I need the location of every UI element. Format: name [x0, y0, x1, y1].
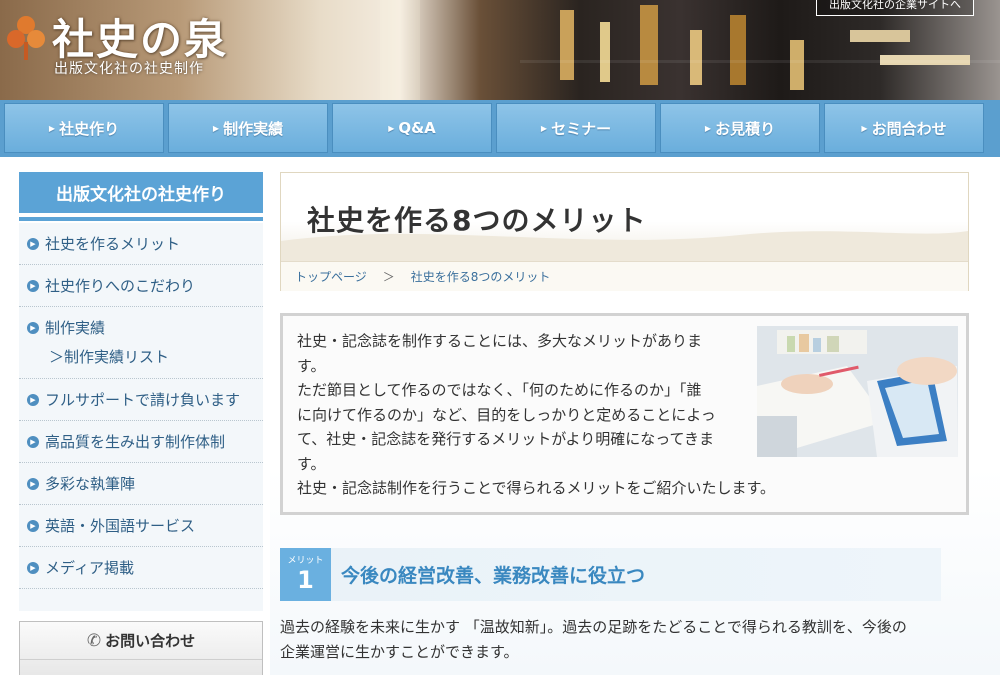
clover-logo-icon: [7, 16, 45, 60]
intro-box: 社史・記念誌を制作することには、多大なメリットがありま す。 ただ節目として作る…: [280, 313, 969, 515]
breadcrumb-separator: ＞: [382, 270, 395, 284]
sidebar-spacer: [19, 589, 263, 611]
corporate-site-link[interactable]: 出版文化社の企業サイトへ: [816, 0, 974, 16]
header-background-book: [730, 15, 746, 85]
intro-line: 社史・記念誌を制作することには、多大なメリットがありま: [297, 332, 703, 350]
sidebar: 出版文化社の社史作り ▶ 社史を作るメリット ▶ 社史作りへのこだわり ▶ 制作…: [19, 172, 263, 611]
intro-line: て、社史・記念誌を発行するメリットがより明確になってきま: [297, 430, 715, 448]
triangle-right-icon: ▶: [48, 123, 56, 133]
nav-item-seminar[interactable]: ▶ セミナー: [496, 103, 656, 153]
meeting-photo-illustration: [757, 326, 958, 457]
merit-text-line: 過去の経験を未来に生かす 「温故知新」。過去の足跡をたどることで得られる教訓を、…: [280, 618, 907, 636]
page-title-bar: 社史を作る8つのメリット: [281, 173, 968, 261]
merit-badge: メリット 1: [280, 548, 331, 601]
nav-item-label: お見積り: [715, 119, 776, 138]
nav-item-label: 社史作り: [59, 119, 120, 138]
sidebar-item-languages[interactable]: ▶ 英語・外国語サービス: [19, 505, 263, 547]
sidebar-item-works: ▶ 制作実績 ＞制作実績リスト: [19, 307, 263, 379]
circle-arrow-icon: ▶: [27, 561, 39, 574]
sidebar-item-label: 社史作りへのこだわり: [45, 277, 196, 295]
merit-1-heading: メリット 1 今後の経営改善、業務改善に役立つ: [280, 548, 941, 601]
header-background-book: [600, 22, 610, 82]
triangle-right-icon: ▶: [704, 123, 712, 133]
nav-item-works[interactable]: ▶ 制作実績: [168, 103, 328, 153]
sidebar-item-label: 社史を作るメリット: [45, 235, 181, 253]
circle-arrow-icon: ▶: [27, 519, 39, 532]
sidebar-item-works-link[interactable]: ▶ 制作実績: [27, 317, 105, 338]
sidebar-item-label: フルサポートで請け負います: [45, 391, 241, 409]
nav-item-label: 制作実績: [223, 119, 284, 138]
circle-arrow-icon: ▶: [27, 321, 39, 334]
sidebar-menu: ▶ 社史を作るメリット ▶ 社史作りへのこだわり ▶ 制作実績 ＞制作実績リスト…: [19, 223, 263, 611]
merit-badge-number: 1: [297, 565, 314, 594]
breadcrumb-home[interactable]: トップページ: [295, 268, 367, 285]
nav-item-label: セミナー: [551, 119, 612, 138]
breadcrumb: トップページ ＞ 社史を作る8つのメリット: [281, 261, 968, 291]
sidebar-item-writers[interactable]: ▶ 多彩な執筆陣: [19, 463, 263, 505]
intro-line: に向けて作るのか」など、目的をしっかりと定めることによっ: [297, 405, 716, 424]
nav-item-contact[interactable]: ▶ お問合わせ: [824, 103, 984, 153]
sidebar-item-label: 多彩な執筆陣: [45, 475, 136, 493]
nav-item-label: お問合わせ: [871, 119, 947, 138]
header-background-book: [790, 40, 804, 90]
page-title-box: 社史を作る8つのメリット トップページ ＞ 社史を作る8つのメリット: [280, 172, 969, 291]
phone-icon: ✆: [86, 630, 102, 651]
sidebar-item-label: 英語・外国語サービス: [45, 517, 196, 535]
sidebar-subitem-works-list[interactable]: ＞制作実績リスト: [27, 346, 169, 367]
sidebar-item-merits[interactable]: ▶ 社史を作るメリット: [19, 223, 263, 265]
header-background-book: [560, 10, 574, 80]
contact-label: お問い合わせ: [105, 632, 196, 650]
sidebar-item-label: 制作実績: [45, 319, 106, 337]
intro-line: す。: [297, 356, 326, 375]
circle-arrow-icon: ▶: [27, 393, 39, 406]
sidebar-contact-box[interactable]: ✆ お問い合わせ: [19, 621, 263, 675]
main-content: 社史を作る8つのメリット トップページ ＞ 社史を作る8つのメリット 社史・記念…: [280, 172, 969, 661]
nav-item-shashi-tsukuri[interactable]: ▶ 社史作り: [4, 103, 164, 153]
circle-arrow-icon: ▶: [27, 435, 39, 448]
triangle-right-icon: ▶: [540, 123, 548, 133]
global-nav: ▶ 社史作り ▶ 制作実績 ▶ Q&A ▶ セミナー ▶ お見積り ▶ お問合わ…: [0, 100, 1000, 157]
merit-1-text: 過去の経験を未来に生かす 「温故知新」。過去の足跡をたどることで得られる教訓を、…: [280, 615, 969, 664]
breadcrumb-current: 社史を作る8つのメリット: [410, 270, 551, 284]
nav-item-estimate[interactable]: ▶ お見積り: [660, 103, 820, 153]
header-background-light: [380, 0, 420, 100]
sidebar-item-full-support[interactable]: ▶ フルサポートで請け負います: [19, 379, 263, 421]
merit-title: 今後の経営改善、業務改善に役立つ: [341, 565, 646, 587]
intro-line: 社史・記念誌制作を行うことで得られるメリットをご紹介いたします。: [297, 479, 776, 497]
intro-photo: [757, 326, 958, 457]
merit-badge-label: メリット: [287, 555, 324, 566]
header-background-book: [690, 30, 702, 85]
header-background-book: [640, 5, 658, 85]
sidebar-heading: 出版文化社の社史作り: [19, 172, 263, 217]
circle-arrow-icon: ▶: [27, 279, 39, 292]
nav-item-qa[interactable]: ▶ Q&A: [332, 103, 492, 153]
site-header: 社史の泉 出版文化社の社史制作 出版文化社の企業サイトへ: [0, 0, 1000, 100]
contact-title: ✆ お問い合わせ: [20, 622, 262, 660]
intro-line: す。: [297, 454, 326, 473]
sidebar-item-quality[interactable]: ▶ 高品質を生み出す制作体制: [19, 421, 263, 463]
intro-line: ただ節目として作るのではなく、「何のために作るのか」「誰: [297, 381, 702, 399]
site-subtitle: 出版文化社の社史制作: [54, 61, 204, 77]
triangle-right-icon: ▶: [861, 123, 868, 133]
triangle-right-icon: ▶: [212, 123, 220, 133]
sidebar-item-label: メディア掲載: [45, 559, 134, 577]
page-title: 社史を作る8つのメリット: [307, 204, 647, 237]
circle-arrow-icon: ▶: [27, 477, 39, 490]
sidebar-item-label: 高品質を生み出す制作体制: [45, 433, 226, 451]
sidebar-item-media[interactable]: ▶ メディア掲載: [19, 547, 263, 589]
intro-text: 社史・記念誌を制作することには、多大なメリットがありま す。 ただ節目として作る…: [297, 329, 775, 501]
circle-arrow-icon: ▶: [27, 237, 39, 250]
merit-text-line: 企業運営に生かすことができます。: [280, 642, 519, 661]
triangle-right-icon: ▶: [388, 123, 395, 133]
header-background-book: [850, 30, 910, 42]
sidebar-item-commitment[interactable]: ▶ 社史作りへのこだわり: [19, 265, 263, 307]
nav-item-label: Q&A: [398, 119, 436, 137]
header-background-shelf: [520, 60, 1000, 63]
